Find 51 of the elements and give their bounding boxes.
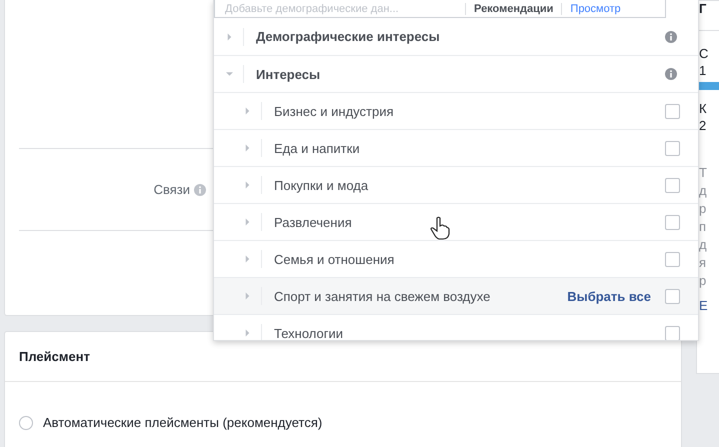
checkbox[interactable] (665, 214, 680, 230)
radio-button[interactable] (19, 416, 33, 430)
category-item[interactable]: Покупки и мода (274, 178, 368, 192)
side-title: Г (699, 1, 708, 16)
caret-right-icon[interactable] (244, 181, 251, 189)
side-text: я (699, 254, 708, 272)
tab[interactable]: Рекомендации (465, 2, 562, 14)
category-item[interactable]: Еда и напитки (274, 140, 360, 156)
info-icon[interactable] (665, 30, 677, 42)
caret-right-icon[interactable] (244, 218, 251, 226)
side-text: п (699, 218, 708, 236)
side-text: д (699, 236, 708, 254)
caret-right-icon[interactable] (226, 32, 233, 40)
checkbox[interactable] (665, 104, 680, 118)
placement-title: Плейсмент (19, 349, 90, 364)
hand-cursor-icon (430, 216, 450, 240)
info-icon[interactable] (194, 184, 206, 196)
caret-right-icon[interactable] (244, 292, 251, 300)
side-text: р (699, 272, 708, 290)
category-item[interactable]: Технологии (274, 326, 344, 340)
radio-label: Автоматические плейсменты (рекомендуется) (43, 415, 322, 430)
side-text: К (699, 100, 708, 117)
caret-down-icon[interactable] (226, 70, 233, 78)
side-text: С (699, 45, 710, 62)
checkbox[interactable] (665, 140, 680, 156)
category-item[interactable]: Спорт и занятия на свежем воздухе (274, 288, 490, 304)
checkbox[interactable] (665, 288, 680, 304)
connections-label: Связи (154, 182, 190, 197)
caret-right-icon[interactable] (244, 255, 251, 263)
category-item[interactable]: Развлечения (274, 214, 352, 230)
category-item[interactable]: Семья и отношения (274, 252, 394, 266)
category-item[interactable]: Бизнес и индустрия (274, 104, 394, 118)
category-item[interactable]: Демографические интересы (256, 29, 440, 44)
side-text: 2 (699, 117, 708, 134)
category-item[interactable]: Интересы (256, 66, 320, 82)
info-icon[interactable] (665, 68, 677, 80)
side-link[interactable]: Е (699, 298, 719, 313)
checkbox[interactable] (665, 178, 680, 192)
side-text: д (699, 182, 708, 200)
side-text: Т (699, 164, 708, 182)
caret-right-icon[interactable] (244, 107, 251, 115)
select-all-link[interactable]: Выбрать все (567, 288, 651, 304)
checkbox[interactable] (665, 326, 680, 340)
checkbox[interactable] (665, 252, 680, 266)
side-text: 1 (699, 62, 708, 79)
caret-right-icon[interactable] (244, 329, 251, 337)
search-field[interactable]: Добавьте демографические дан... Рекомендации Просмотр (214, 0, 666, 18)
meter-bar (699, 82, 719, 90)
tab[interactable]: Просмотр (561, 2, 629, 14)
side-text: р (699, 200, 708, 218)
caret-right-icon[interactable] (244, 144, 251, 152)
